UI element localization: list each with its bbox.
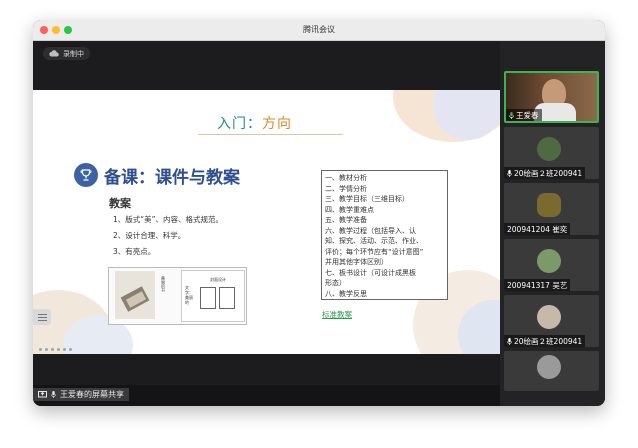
participant-label: 王爱春 xyxy=(506,109,542,121)
slide-title-accent: 方向 xyxy=(262,116,292,132)
menu-icon xyxy=(37,313,47,321)
trophy-icon xyxy=(74,163,98,187)
meeting-window: 腾讯会议 录制中 入门：方向 备课：课件与教案 教案 1、版式“美”、内容、格式… xyxy=(33,20,605,406)
slide-heading: 备课：课件与教案 xyxy=(104,168,240,188)
avatar xyxy=(537,137,561,161)
recording-label: 录制中 xyxy=(63,49,84,58)
outline-item: 形态） xyxy=(325,279,346,287)
outline-item: 知、探究、活动、示范、作业、 xyxy=(325,237,423,245)
participant-label: 20绘画２班200941 xyxy=(504,335,586,347)
recording-badge[interactable]: 录制中 xyxy=(43,47,90,60)
participant-tile[interactable]: 200941317 吴艺 xyxy=(504,239,599,291)
slide-title-prefix: 入门： xyxy=(217,116,262,132)
participant-tile[interactable] xyxy=(504,351,599,391)
avatar xyxy=(537,305,561,329)
participant-label: 200941317 吴艺 xyxy=(504,279,571,291)
shared-screen-area: 录制中 入门：方向 备课：课件与教案 教案 1、版式“美”、内容、格式规范。 2… xyxy=(33,41,500,385)
lesson-plan-outline: 一、教材分析 二、学情分析 三、教学目标（三维目标） 四、教学重难点 五、教学准… xyxy=(321,170,448,300)
window-title: 腾讯会议 xyxy=(303,25,335,34)
slide-point: 1、版式“美”、内容、格式规范。 xyxy=(113,215,224,224)
avatar xyxy=(537,355,561,379)
slide-point: 3、有亮点。 xyxy=(113,247,156,256)
screen-share-indicator[interactable]: 王爱春的屏幕共享 xyxy=(33,388,129,401)
thumbnail-label: 美丽的书 xyxy=(161,276,166,292)
outline-item: 五、教学准备 xyxy=(325,216,367,224)
participant-name: 王爱春 xyxy=(516,110,539,120)
slide-progress-dots xyxy=(39,348,72,351)
title-underline xyxy=(198,134,343,135)
bottom-bar: 王爱春的屏幕共享 xyxy=(33,385,500,406)
participant-tile[interactable]: 200941204 崔奕 xyxy=(504,183,599,235)
slide-menu-button[interactable] xyxy=(33,309,51,325)
lesson-plan-thumbnail: 美丽的书 文字：美丽的 封面设计 xyxy=(108,267,247,325)
book-image xyxy=(115,271,155,319)
slide-point: 2、设计合理、科学。 xyxy=(113,231,186,240)
outline-item: 一、教材分析 xyxy=(325,174,367,182)
avatar xyxy=(537,193,561,217)
slide-title: 入门：方向 xyxy=(217,113,292,133)
outline-item: 六、教学过程（包括导入、认 xyxy=(325,226,416,235)
worksheet-text: 封面设计 xyxy=(210,277,226,282)
participant-name: 200941204 崔奕 xyxy=(507,224,568,234)
title-bar: 腾讯会议 xyxy=(33,20,605,41)
presentation-slide: 入门：方向 备课：课件与教案 教案 1、版式“美”、内容、格式规范。 2、设计合… xyxy=(33,90,500,354)
participant-label: 200941204 崔奕 xyxy=(504,223,571,235)
participant-tile[interactable]: 王爱春 xyxy=(504,71,599,123)
outline-item: 四、教学重难点 xyxy=(325,205,374,214)
participant-name: 200941317 吴艺 xyxy=(507,280,568,290)
outline-item: 评价；每个环节应有“设计意图” xyxy=(325,247,424,256)
screen-share-icon xyxy=(38,390,47,397)
participant-gallery: 王爱春 20绘画２班200941 200941204 崔奕 200941317 xyxy=(500,41,605,406)
share-label: 王爱春的屏幕共享 xyxy=(60,390,124,399)
microphone-icon xyxy=(509,111,514,119)
worksheet-text: 文字：美丽的 xyxy=(185,285,193,305)
outline-item: 并用其他字体区别） xyxy=(325,258,388,266)
cloud-icon xyxy=(49,50,59,57)
microphone-icon xyxy=(51,391,56,398)
slide-subheading: 教案 xyxy=(109,197,131,210)
participant-name: 20绘画２班200941 xyxy=(514,336,583,346)
standard-lesson-plan-link[interactable]: 标准教案 xyxy=(322,309,352,320)
microphone-icon xyxy=(507,169,512,177)
outline-item: 七、板书设计（可设计成黑板 xyxy=(325,268,416,277)
outline-item: 二、学情分析 xyxy=(325,184,367,193)
worksheet-image: 文字：美丽的 封面设计 xyxy=(181,270,245,322)
participant-tile[interactable]: 20绘画２班200941 xyxy=(504,127,599,179)
avatar xyxy=(537,249,561,273)
participant-name: 20绘画２班200941 xyxy=(514,168,583,178)
outline-item: 三、教学目标（三维目标） xyxy=(325,195,409,203)
participant-tile[interactable]: 20绘画２班200941 xyxy=(504,295,599,347)
outline-item: 八、教学反思 xyxy=(325,289,367,298)
participant-label: 20绘画２班200941 xyxy=(504,167,586,179)
microphone-icon xyxy=(507,337,512,345)
